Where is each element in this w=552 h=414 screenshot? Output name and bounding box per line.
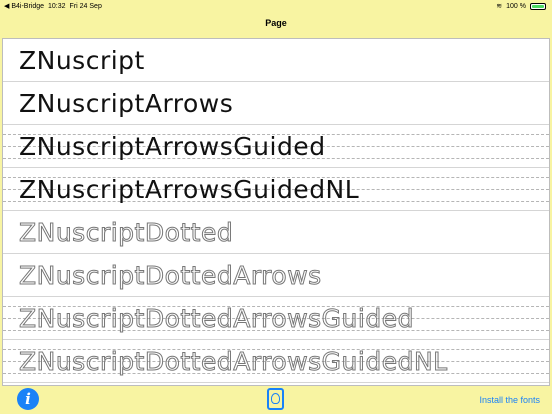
font-sample-sheet[interactable]: ZNuscript ZNuscriptArrows ZNuscriptArrowsG… [2, 38, 550, 386]
font-sample-row: ZNuscriptDottedArrowsGuidedNL [3, 340, 549, 383]
font-sample-row: ZNuscriptArrowsGuided [3, 125, 549, 168]
wifi-icon: ≋ [496, 3, 503, 10]
font-sample-text: ZNuscriptDottedArrowsGuided [19, 304, 414, 334]
font-sample-text: ZNuscriptDottedArrowsGuidedNL [19, 347, 448, 377]
font-sample-row: ZNuscript [3, 39, 549, 82]
font-sample-row: ZNuscriptArrows [3, 82, 549, 125]
back-to-app-link[interactable]: ◀ B4i-Bridge [4, 2, 44, 10]
font-sample-text: ZNuscriptArrows [19, 89, 234, 118]
font-sample-text: ZNuscriptDottedGuided [19, 383, 326, 385]
font-sample-text: ZNuscriptDotted [18, 218, 234, 248]
status-bar: ◀ B4i-Bridge 10:32 Fri 24 Sep ≋ 100 % [0, 0, 552, 12]
font-sample-text: ZNuscriptArrowsGuidedNL [19, 175, 360, 204]
font-sample-row: ZNuscriptDottedArrows [3, 254, 549, 297]
page-icon[interactable] [267, 388, 284, 410]
font-sample-text: ZNuscriptDottedArrows [19, 261, 322, 291]
info-icon[interactable]: i [17, 388, 39, 410]
font-sample-text: ZNuscript [19, 46, 145, 75]
battery-icon [530, 2, 546, 10]
install-fonts-button[interactable]: Install the fonts [479, 395, 540, 405]
font-sample-row: ZNuscriptArrowsGuidedNL [3, 168, 549, 211]
font-sample-row: ZNuscriptDottedArrowsGuided [3, 297, 549, 340]
page-title: Page [265, 18, 287, 28]
font-sample-text: ZNuscriptArrowsGuided [19, 132, 326, 161]
status-date: Fri 24 Sep [69, 2, 102, 10]
font-sample-row: ZNuscriptDotted [3, 211, 549, 254]
font-sample-row: ZNuscriptDottedGuided [3, 383, 549, 385]
status-time: 10:32 [48, 2, 66, 10]
battery-percent: 100 % [506, 2, 526, 10]
